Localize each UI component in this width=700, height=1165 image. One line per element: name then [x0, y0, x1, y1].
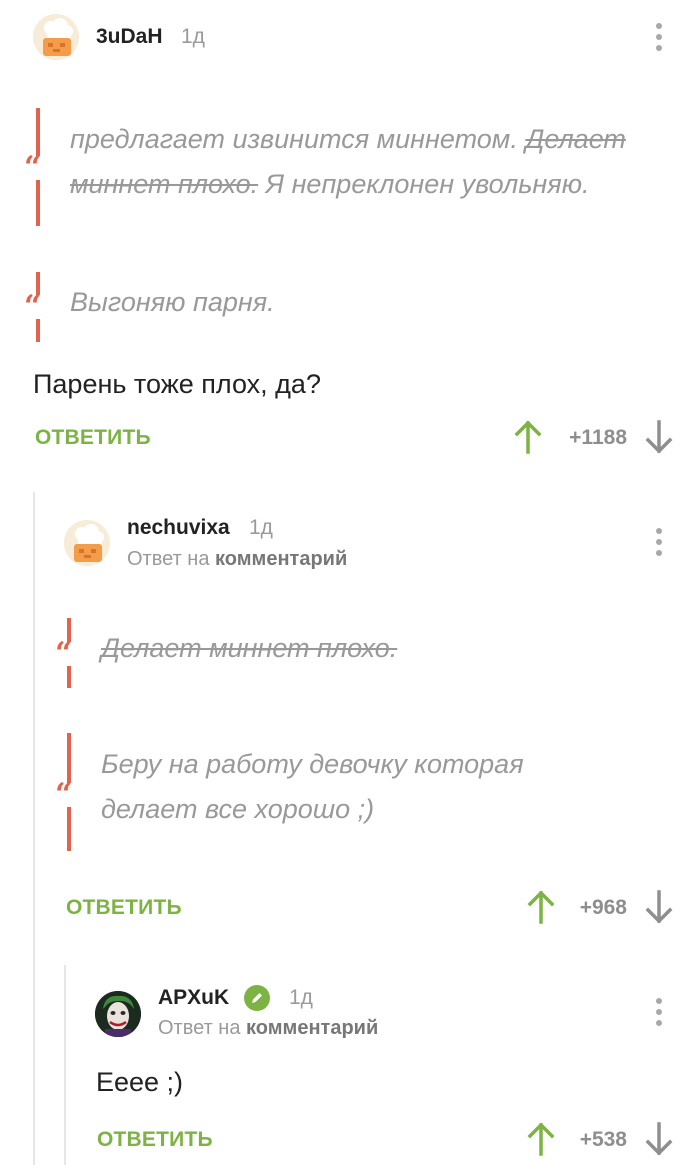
avatar[interactable] — [33, 14, 79, 60]
comment-age: 1д — [181, 25, 205, 48]
comment-age: 1д — [249, 516, 273, 539]
vote-down-icon[interactable] — [645, 1122, 673, 1156]
reply-to-link[interactable]: Ответ на комментарий — [158, 1017, 378, 1040]
vote-score: +1188 — [569, 426, 627, 449]
reply-button[interactable]: ОТВЕТИТЬ — [97, 1128, 213, 1152]
avatar[interactable] — [95, 991, 141, 1037]
author-name[interactable]: 3uDaH — [96, 25, 163, 49]
more-options-icon[interactable] — [644, 17, 674, 57]
reply-button[interactable]: ОТВЕТИТЬ — [35, 426, 151, 450]
quote-text: Делает миннет плохо. — [101, 633, 398, 663]
quote-text: Беру на работу девочку которая делает вс… — [101, 749, 524, 824]
joker-avatar-icon — [95, 991, 141, 1037]
vote-score: +538 — [579, 1128, 627, 1151]
chef-avatar-icon — [33, 14, 79, 60]
chef-avatar-icon — [64, 520, 110, 566]
author-name[interactable]: APXuK — [158, 986, 229, 1010]
comment-text: Парень тоже плох, да? — [33, 369, 321, 399]
vote-up-icon[interactable] — [514, 420, 542, 454]
quote-text: предлагает извинится миннетом. Делает ми… — [70, 124, 626, 199]
vote-down-icon[interactable] — [645, 890, 673, 924]
quote-icon: “ — [24, 289, 42, 324]
more-options-icon[interactable] — [644, 522, 674, 562]
quote-icon: “ — [55, 636, 73, 671]
vote-down-icon[interactable] — [645, 420, 673, 454]
thread-line-level2 — [64, 965, 66, 1165]
comment-text: Eeee ;) — [96, 1067, 184, 1097]
quote-icon: “ — [55, 777, 73, 812]
thread-line-level1 — [33, 492, 35, 1165]
verified-pencil-icon — [244, 985, 270, 1011]
quote-icon: “ — [24, 150, 42, 185]
more-options-icon[interactable] — [644, 992, 674, 1032]
quote-text: Выгоняю парня. — [70, 287, 275, 317]
avatar[interactable] — [64, 520, 110, 566]
vote-score: +968 — [579, 896, 627, 919]
comment-age: 1д — [289, 986, 313, 1009]
reply-to-link[interactable]: Ответ на комментарий — [127, 548, 347, 571]
author-name[interactable]: nechuvixa — [127, 516, 230, 540]
reply-button[interactable]: ОТВЕТИТЬ — [66, 896, 182, 920]
